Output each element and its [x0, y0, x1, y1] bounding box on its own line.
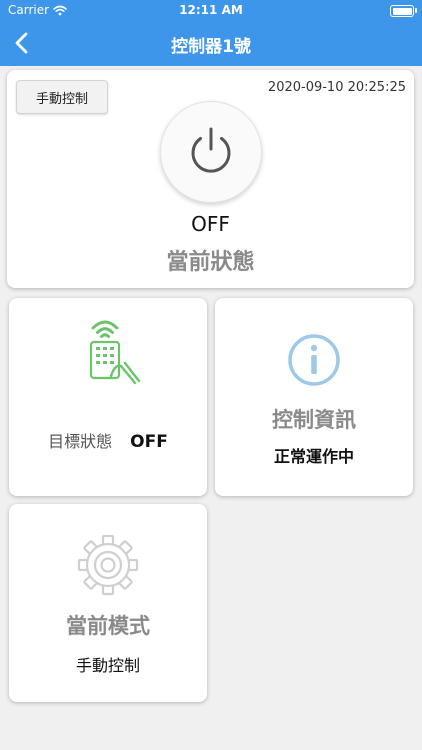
target-status-value: OFF [130, 432, 168, 452]
power-state-value: OFF [191, 212, 230, 236]
control-info-card[interactable]: 控制資訊 正常運作中 [215, 298, 413, 496]
power-button[interactable] [160, 101, 262, 203]
control-info-value: 正常運作中 [273, 447, 354, 466]
nav-bar: Carrier 12:11 AM 控制器1號 [0, 0, 422, 66]
status-bar: Carrier 12:11 AM [0, 0, 422, 22]
current-status-card: 手動控制 2020-09-10 20:25:25 OFF 當前狀態 [7, 70, 414, 288]
current-mode-value: 手動控制 [75, 656, 140, 675]
power-icon [191, 127, 231, 173]
target-status-card[interactable]: 目標狀態 OFF [9, 298, 207, 496]
timestamp: 2020-09-10 20:25:25 [267, 80, 406, 95]
status-time: 12:11 AM [179, 3, 243, 17]
gear-icon [77, 534, 139, 596]
target-status-row: 目標狀態 OFF [9, 428, 207, 452]
current-mode-card[interactable]: 當前模式 手動控制 [9, 504, 207, 702]
current-mode-label: 當前模式 [66, 614, 150, 638]
page-title: 控制器1號 [171, 37, 251, 57]
remote-control-icon [89, 320, 141, 385]
current-status-label: 當前狀態 [166, 250, 255, 275]
control-info-label: 控制資訊 [272, 408, 356, 432]
info-icon [288, 334, 340, 386]
manual-control-button[interactable]: 手動控制 [16, 80, 108, 114]
battery-icon [390, 5, 417, 17]
target-status-label: 目標狀態 [48, 432, 113, 451]
